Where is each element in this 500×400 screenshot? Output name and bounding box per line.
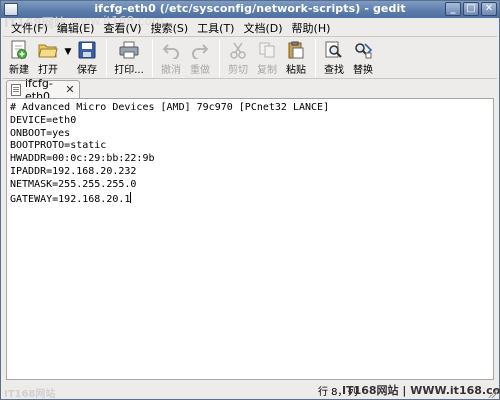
tab-ifcfg-eth0[interactable]: ifcfg-eth0 ✕ xyxy=(6,77,80,103)
clipboard-paste-icon xyxy=(286,40,306,60)
printer-icon xyxy=(119,40,139,60)
undo-button[interactable]: 撤消 xyxy=(157,37,185,76)
menu-edit[interactable]: 编辑(E) xyxy=(53,18,100,35)
save-label: 保存 xyxy=(77,65,97,76)
paste-button[interactable]: 粘贴 xyxy=(282,37,310,76)
menu-search[interactable]: 搜索(S) xyxy=(147,18,194,35)
editor-line: NETMASK=255.255.255.0 xyxy=(10,178,137,190)
resize-grip-icon[interactable] xyxy=(487,388,497,398)
menu-file[interactable]: 文件(F) xyxy=(7,18,53,35)
redo-arrow-icon xyxy=(190,40,210,60)
maximize-button[interactable]: □ xyxy=(463,2,479,16)
paste-label: 粘贴 xyxy=(286,65,306,76)
text-document-icon xyxy=(11,84,21,96)
redo-label: 重做 xyxy=(190,65,210,76)
redo-button[interactable]: 重做 xyxy=(186,37,214,76)
open-label: 打开 xyxy=(38,65,58,76)
toolbar-separator xyxy=(152,39,153,77)
site-watermark-text: IT168网站 | WWW.it168.com xyxy=(342,384,500,397)
open-folder-icon xyxy=(38,40,58,60)
copy-label: 复制 xyxy=(257,65,277,76)
new-label: 新建 xyxy=(9,65,29,76)
find-button[interactable]: 查找 xyxy=(320,37,348,76)
new-document-icon xyxy=(9,40,29,60)
save-button[interactable]: 保存 xyxy=(73,37,101,76)
undo-label: 撤消 xyxy=(161,65,181,76)
window-controls: _ □ ✕ xyxy=(445,2,497,16)
cut-button[interactable]: 剪切 xyxy=(224,37,252,76)
watermark-bottom: IT168网站 xyxy=(4,389,56,400)
toolbar: 新建 打开 ▼ 保存 打印... 撤消 重做 剪切 复制 粘贴 查找 替换 xyxy=(1,37,499,79)
copy-icon xyxy=(257,40,277,60)
copy-button[interactable]: 复制 xyxy=(253,37,281,76)
find-magnifier-icon xyxy=(324,40,344,60)
cut-label: 剪切 xyxy=(228,65,248,76)
editor-line: HWADDR=00:0c:29:bb:22:9b xyxy=(10,153,155,165)
print-button[interactable]: 打印... xyxy=(111,37,147,76)
replace-label: 替换 xyxy=(353,65,373,76)
replace-icon xyxy=(353,40,373,60)
editor-line-last: GATEWAY=192.168.20.1 xyxy=(10,191,329,207)
editor-line: # Advanced Micro Devices [AMD] 79c970 [P… xyxy=(10,102,330,113)
title-bar[interactable]: ifcfg-eth0 (/etc/sysconfig/network-scrip… xyxy=(1,1,499,18)
text-editor[interactable]: # Advanced Micro Devices [AMD] 79c970 [P… xyxy=(6,98,494,380)
toolbar-separator xyxy=(219,39,220,77)
editor-line: BOOTPROTO=static xyxy=(10,140,107,152)
find-label: 查找 xyxy=(324,65,344,76)
status-bar: IT168网站 行 8，列 IT168网站 | WWW.it168.com xyxy=(1,381,500,400)
editor-line: DEVICE=eth0 xyxy=(10,114,77,126)
gedit-window: ifcfg-eth0 (/etc/sysconfig/network-scrip… xyxy=(0,0,500,400)
open-button[interactable]: 打开 xyxy=(34,37,62,76)
save-disk-icon xyxy=(77,40,97,60)
print-label: 打印... xyxy=(114,65,144,76)
editor-content[interactable]: # Advanced Micro Devices [AMD] 79c970 [P… xyxy=(10,102,329,206)
minimize-button[interactable]: _ xyxy=(445,2,461,16)
toolbar-separator xyxy=(106,39,107,77)
editor-line: ONBOOT=yes xyxy=(10,127,71,139)
close-window-button[interactable]: ✕ xyxy=(481,2,497,16)
menu-documents[interactable]: 文档(D) xyxy=(239,18,287,35)
menu-help[interactable]: 帮助(H) xyxy=(288,18,336,35)
text-cursor xyxy=(130,191,132,203)
menu-bar: 文件(F) 编辑(E) 查看(V) 搜索(S) 工具(T) 文档(D) 帮助(H… xyxy=(1,18,499,35)
open-recent-dropdown-icon[interactable]: ▼ xyxy=(63,37,73,57)
close-tab-icon[interactable]: ✕ xyxy=(64,84,76,96)
toolbar-divider xyxy=(3,78,497,79)
menu-tools[interactable]: 工具(T) xyxy=(193,18,239,35)
replace-button[interactable]: 替换 xyxy=(349,37,377,76)
undo-arrow-icon xyxy=(161,40,181,60)
scissors-icon xyxy=(228,40,248,60)
toolbar-separator xyxy=(315,39,316,77)
new-button[interactable]: 新建 xyxy=(5,37,33,76)
editor-line-text: GATEWAY=192.168.20.1 xyxy=(10,193,131,205)
window-title: ifcfg-eth0 (/etc/sysconfig/network-scrip… xyxy=(94,2,406,15)
editor-line: IPADDR=192.168.20.232 xyxy=(10,165,137,177)
menu-view[interactable]: 查看(V) xyxy=(99,18,146,35)
